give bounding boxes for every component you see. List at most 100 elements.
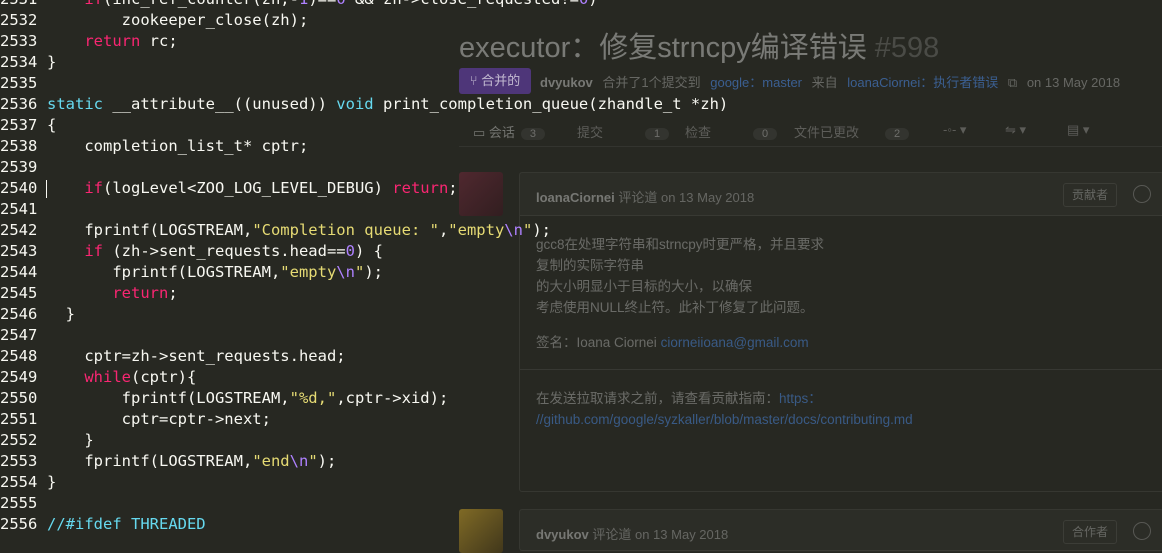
code-token: (logLevel<ZOO_LOG_LEVEL_DEBUG) — [103, 179, 393, 197]
code-line[interactable]: 2549 while(cptr){ — [0, 367, 1162, 388]
code-token: ; — [448, 179, 458, 197]
code-token: cptr=cptr->next; — [47, 410, 271, 428]
code-token: fprintf(LOGSTREAM, — [47, 221, 253, 239]
code-token: && zh->close_requested!= — [346, 0, 579, 8]
line-number: 2536 — [0, 95, 38, 113]
code-line[interactable]: 2545 return; — [0, 283, 1162, 304]
code-line[interactable]: 2556 //#ifdef THREADED — [0, 514, 1162, 535]
code-line[interactable]: 2535 — [0, 73, 1162, 94]
code-line[interactable]: 2553 fprintf(LOGSTREAM,"end\n"); — [0, 451, 1162, 472]
code-token: ) { — [354, 242, 383, 260]
code-token: __attribute__((unused)) — [103, 95, 337, 113]
code-token: " — [522, 221, 533, 239]
code-line[interactable]: 2533 return rc; — [0, 31, 1162, 52]
line-number: 2546 — [0, 305, 38, 323]
code-token: 1 — [299, 0, 308, 8]
code-token: 0 — [345, 242, 355, 260]
code-token: ; — [168, 284, 178, 302]
code-token: \n — [504, 221, 523, 239]
code-token: "empty — [448, 221, 505, 239]
line-number: 2554 — [0, 473, 38, 491]
line-number: 2555 — [0, 494, 38, 512]
line-number: 2552 — [0, 431, 38, 449]
code-line[interactable]: 2534} — [0, 52, 1162, 73]
code-editor[interactable]: 2531 if(inc_ref_counter(zh,-1)==0 && zh-… — [0, 0, 1162, 535]
code-line[interactable]: 2555 — [0, 493, 1162, 514]
line-number: 2542 — [0, 221, 38, 239]
code-line[interactable]: 2550 fprintf(LOGSTREAM,"%d,",cptr->xid); — [0, 388, 1162, 409]
code-token: 0 — [579, 0, 588, 8]
code-line[interactable]: 2541 — [0, 199, 1162, 220]
code-token: { — [47, 116, 57, 134]
code-token: } — [47, 53, 57, 71]
code-token: "Completion queue: " — [252, 221, 439, 239]
code-token: void — [336, 95, 374, 113]
line-number: 2544 — [0, 263, 38, 281]
code-token: " — [308, 452, 318, 470]
line-number: 2538 — [0, 137, 38, 155]
code-token: return — [84, 32, 141, 50]
code-token: return — [112, 284, 169, 302]
code-token: (inc_ref_counter(zh,- — [103, 0, 299, 8]
code-line[interactable]: 2542 fprintf(LOGSTREAM,"Completion queue… — [0, 220, 1162, 241]
code-token: , — [438, 221, 449, 239]
code-token: ,cptr->xid); — [336, 389, 449, 407]
line-number: 2532 — [0, 11, 38, 29]
code-token: } — [47, 473, 57, 491]
code-token: return — [392, 179, 449, 197]
code-line[interactable]: 2551 cptr=cptr->next; — [0, 409, 1162, 430]
code-line[interactable]: 2552 } — [0, 430, 1162, 451]
code-token: zookeeper_close(zh); — [47, 11, 309, 29]
line-number: 2553 — [0, 452, 38, 470]
code-token: ); — [532, 221, 551, 239]
code-line[interactable]: 2544 fprintf(LOGSTREAM,"empty\n"); — [0, 262, 1162, 283]
code-token: rc; — [140, 32, 178, 50]
code-line[interactable]: 2536 static __attribute__((unused)) void … — [0, 94, 1162, 115]
text-cursor — [46, 180, 47, 198]
line-number: 2534 — [0, 53, 38, 71]
code-line[interactable]: 2540 if(logLevel<ZOO_LOG_LEVEL_DEBUG) re… — [0, 178, 1162, 199]
line-number: 2535 — [0, 74, 38, 92]
line-number: 2549 — [0, 368, 38, 386]
code-token: ); — [364, 263, 383, 281]
line-number: 2547 — [0, 326, 38, 344]
code-token: ); — [317, 452, 337, 470]
code-token: while — [84, 368, 131, 386]
line-number: 2540 — [0, 179, 38, 197]
code-token: //#ifdef THREADED — [47, 515, 206, 533]
code-token: print_completion_queue(zhandle_t *zh) — [373, 95, 729, 113]
code-token: (cptr){ — [131, 368, 197, 386]
code-token: } — [47, 431, 94, 449]
code-line[interactable]: 2547 — [0, 325, 1162, 346]
code-token: completion_list_t* cptr; — [47, 137, 309, 155]
code-token: "empty — [280, 263, 337, 281]
code-token: fprintf(LOGSTREAM, — [47, 452, 253, 470]
code-token: fprintf(LOGSTREAM, — [47, 263, 281, 281]
code-token: )== — [308, 0, 336, 8]
line-number: 2543 — [0, 242, 38, 260]
line-number: 2541 — [0, 200, 38, 218]
code-token: cptr=zh->sent_requests.head; — [47, 347, 346, 365]
code-line[interactable]: 2543 if (zh->sent_requests.head==0) { — [0, 241, 1162, 262]
line-number: 2533 — [0, 32, 38, 50]
code-token: (zh->sent_requests.head== — [103, 242, 346, 260]
code-line[interactable]: 2554} — [0, 472, 1162, 493]
code-token: if — [84, 179, 103, 197]
line-number: 2548 — [0, 347, 38, 365]
code-line[interactable]: 2531 if(inc_ref_counter(zh,-1)==0 && zh-… — [0, 0, 1162, 10]
code-token: \n — [289, 452, 309, 470]
code-line[interactable]: 2538 completion_list_t* cptr; — [0, 136, 1162, 157]
code-line[interactable]: 2537 { — [0, 115, 1162, 136]
code-token: \n — [336, 263, 355, 281]
code-line[interactable]: 2548 cptr=zh->sent_requests.head; — [0, 346, 1162, 367]
code-line[interactable]: 2539 — [0, 157, 1162, 178]
line-number: 2539 — [0, 158, 38, 176]
code-line[interactable]: 2532 zookeeper_close(zh); — [0, 10, 1162, 31]
code-line[interactable]: 2546 } — [0, 304, 1162, 325]
code-token: if — [84, 242, 103, 260]
